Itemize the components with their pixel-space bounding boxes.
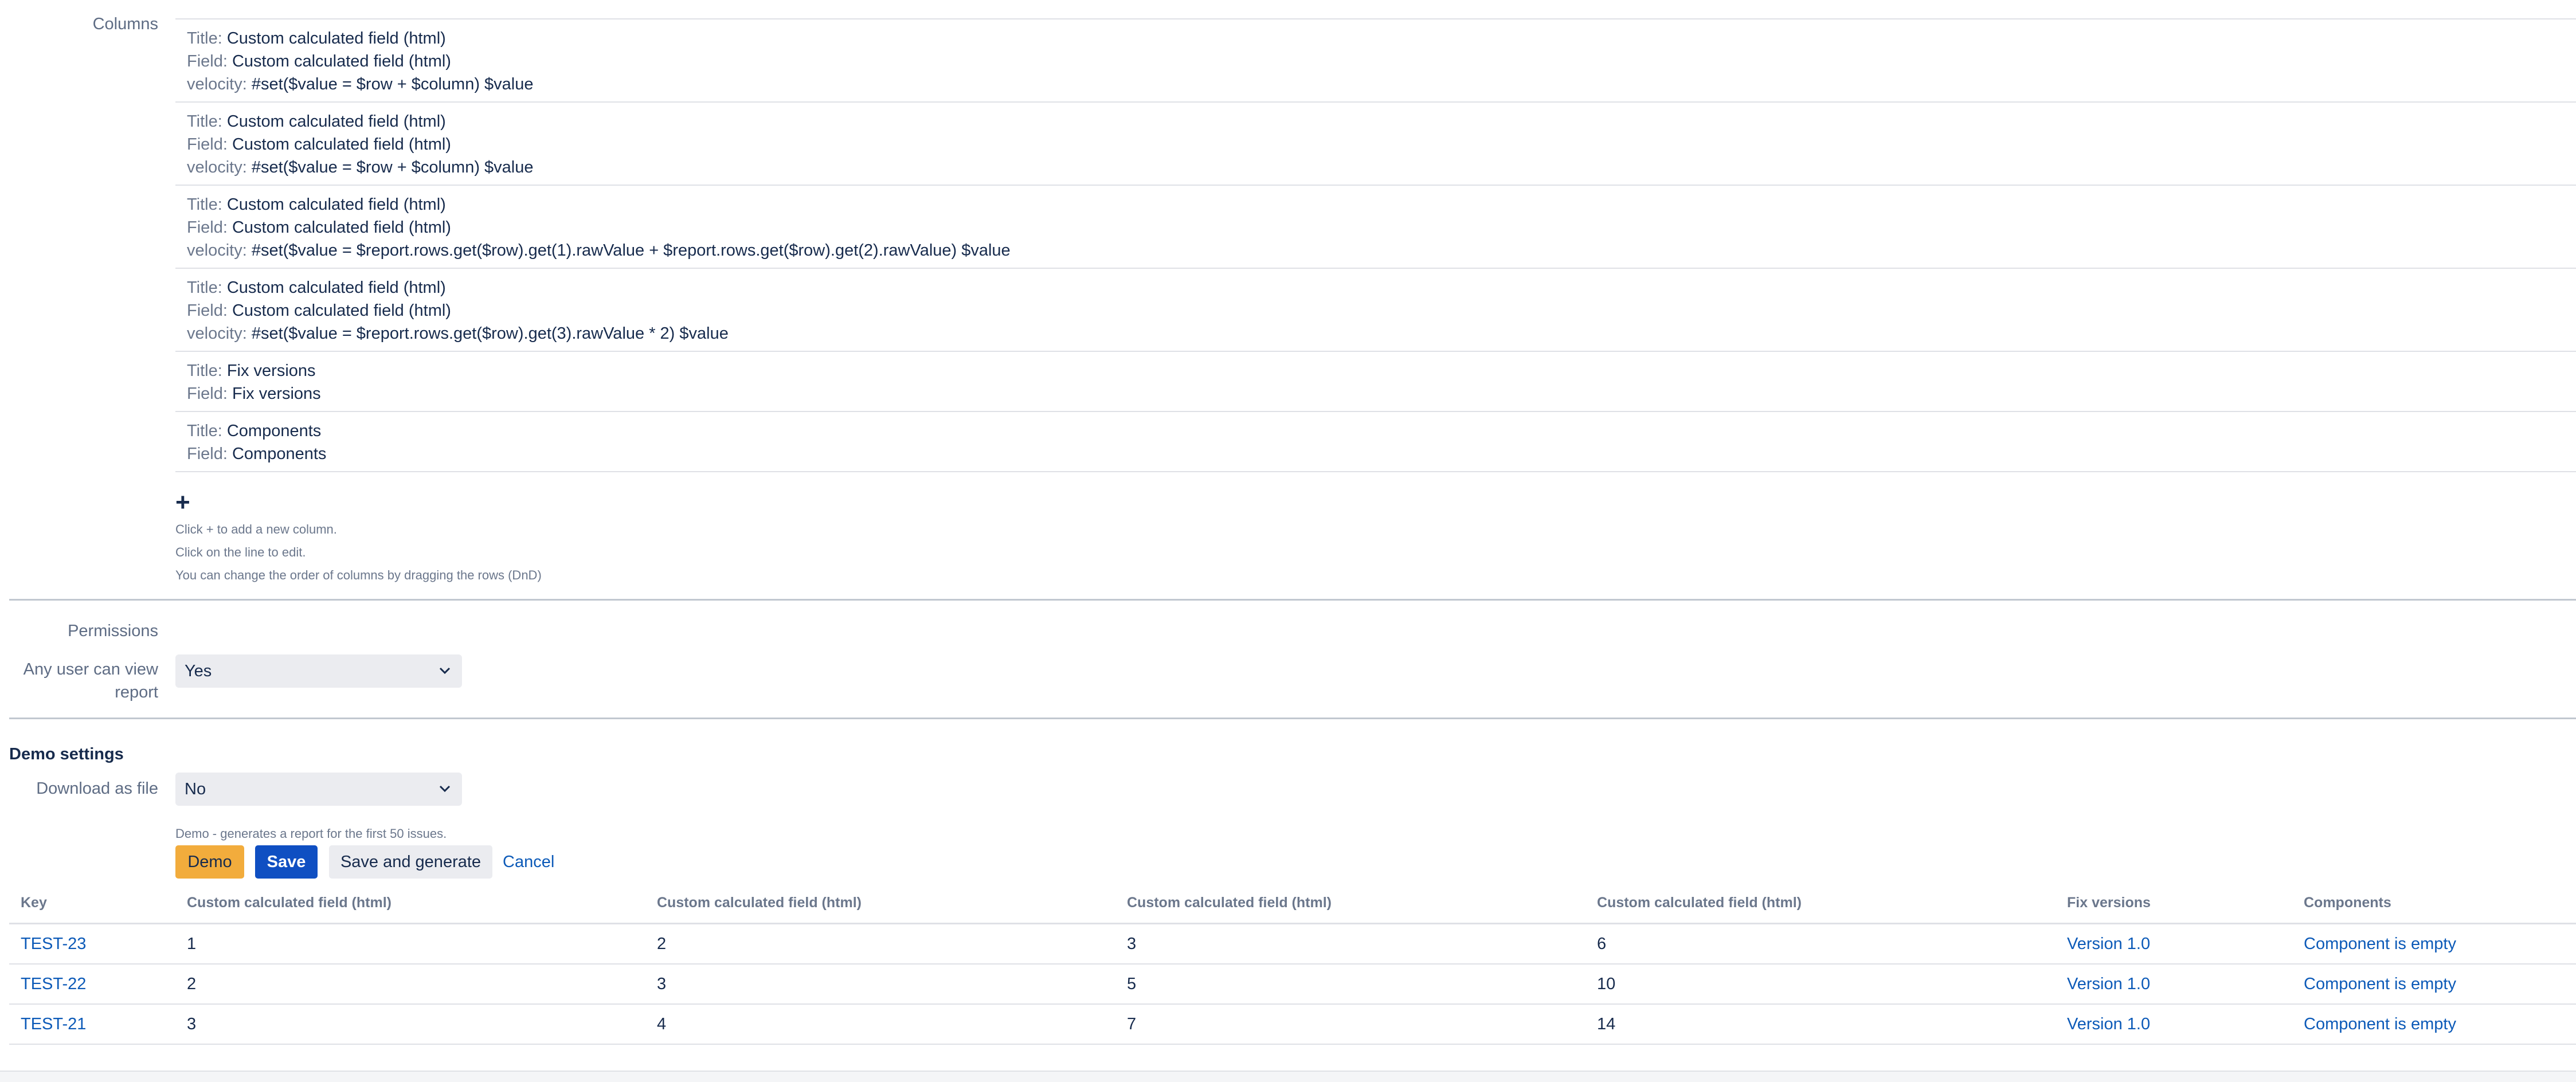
footer-band [0, 1071, 2576, 1082]
issue-key-link[interactable]: TEST-23 [21, 935, 86, 953]
demo-note: Demo - generates a report for the first … [175, 826, 447, 841]
column-item[interactable]: Title: Custom calculated field (html) Fi… [175, 185, 2576, 268]
column-item[interactable]: Title: Custom calculated field (html) Fi… [175, 101, 2576, 185]
component-link[interactable]: Component is empty [2304, 1015, 2456, 1033]
fix-version-link[interactable]: Version 1.0 [2067, 975, 2150, 993]
header-components: Components [2292, 883, 2576, 924]
component-link[interactable]: Component is empty [2304, 975, 2456, 993]
table-cell: 7 [1115, 1004, 1585, 1045]
chevron-down-icon [439, 667, 451, 675]
column-field: Custom calculated field (html) [232, 218, 451, 237]
header-calc-2: Custom calculated field (html) [645, 883, 1115, 924]
column-velocity: #set($value = $report.rows.get($row).get… [251, 324, 729, 343]
column-field: Fix versions [232, 385, 321, 403]
column-field: Custom calculated field (html) [232, 52, 451, 70]
table-cell: 5 [1115, 964, 1585, 1005]
column-velocity: #set($value = $row + $column) $value [251, 158, 534, 177]
table-cell: 4 [645, 1004, 1115, 1045]
column-title: Custom calculated field (html) [226, 195, 446, 214]
column-item[interactable]: Title: Custom calculated field (html) Fi… [175, 268, 2576, 351]
component-link[interactable]: Component is empty [2304, 935, 2456, 953]
add-column-plus-icon[interactable]: + [175, 490, 190, 515]
section-divider [9, 599, 2576, 601]
column-field: Components [232, 445, 327, 463]
hint-add-column: Click + to add a new column. [175, 522, 337, 536]
any-user-view-value: Yes [185, 662, 212, 680]
header-fix-versions: Fix versions [2056, 883, 2292, 924]
save-and-generate-button[interactable]: Save and generate [329, 845, 492, 879]
column-item[interactable]: Title: Custom calculated field (html) Fi… [175, 18, 2576, 101]
header-calc-3: Custom calculated field (html) [1115, 883, 1585, 924]
download-as-file-value: No [185, 780, 206, 798]
column-title: Components [226, 422, 322, 440]
download-as-file-select[interactable]: No [175, 773, 462, 806]
table-cell: 10 [1585, 964, 2056, 1005]
column-velocity: #set($value = $report.rows.get($row).get… [251, 241, 1011, 260]
demo-settings-title: Demo settings [9, 745, 124, 763]
hint-reorder: You can change the order of columns by d… [175, 568, 542, 582]
column-field: Custom calculated field (html) [232, 301, 451, 320]
table-row: TEST-23 1 2 3 6 Version 1.0 Component is… [9, 923, 2576, 965]
issue-key-link[interactable]: TEST-22 [21, 975, 86, 993]
cancel-link[interactable]: Cancel [503, 845, 554, 879]
hint-edit-line: Click on the line to edit. [175, 545, 306, 559]
any-user-view-select[interactable]: Yes [175, 654, 462, 688]
column-title: Fix versions [226, 362, 316, 380]
demo-button[interactable]: Demo [175, 845, 244, 879]
header-calc-4: Custom calculated field (html) [1585, 883, 2056, 924]
save-button[interactable]: Save [255, 845, 318, 879]
table-cell: 6 [1585, 923, 2056, 965]
column-title: Custom calculated field (html) [226, 279, 446, 297]
issue-key-link[interactable]: TEST-21 [21, 1015, 86, 1033]
column-title: Custom calculated field (html) [226, 112, 446, 131]
column-velocity: #set($value = $row + $column) $value [251, 75, 534, 93]
fix-version-link[interactable]: Version 1.0 [2067, 935, 2150, 953]
section-divider [9, 718, 2576, 719]
table-header-row: Key Custom calculated field (html) Custo… [9, 883, 2576, 924]
columns-list: Title: Custom calculated field (html) Fi… [175, 18, 2576, 472]
table-row: TEST-22 2 3 5 10 Version 1.0 Component i… [9, 964, 2576, 1005]
column-item[interactable]: Title: Components Field: Components [175, 411, 2576, 472]
results-table: Key Custom calculated field (html) Custo… [9, 883, 2576, 1045]
fix-version-link[interactable]: Version 1.0 [2067, 1015, 2150, 1033]
table-cell: 3 [645, 964, 1115, 1005]
table-cell: 2 [175, 964, 645, 1005]
table-cell: 14 [1585, 1004, 2056, 1045]
download-as-file-label: Download as file [36, 779, 158, 798]
header-calc-1: Custom calculated field (html) [175, 883, 645, 924]
column-title: Custom calculated field (html) [226, 29, 446, 48]
table-cell: 3 [1115, 923, 1585, 965]
column-field: Custom calculated field (html) [232, 135, 451, 154]
columns-label: Columns [92, 15, 158, 33]
permissions-label: Permissions [68, 622, 158, 640]
any-user-view-label: Any user can view report [23, 660, 158, 701]
table-cell: 3 [175, 1004, 645, 1045]
chevron-down-icon [439, 785, 451, 793]
table-cell: 2 [645, 923, 1115, 965]
table-row: TEST-21 3 4 7 14 Version 1.0 Component i… [9, 1004, 2576, 1045]
column-item[interactable]: Title: Fix versions Field: Fix versions [175, 351, 2576, 411]
table-cell: 1 [175, 923, 645, 965]
report-config-page: Columns Title: Custom calculated field (… [0, 0, 2576, 1082]
header-key: Key [9, 883, 175, 924]
